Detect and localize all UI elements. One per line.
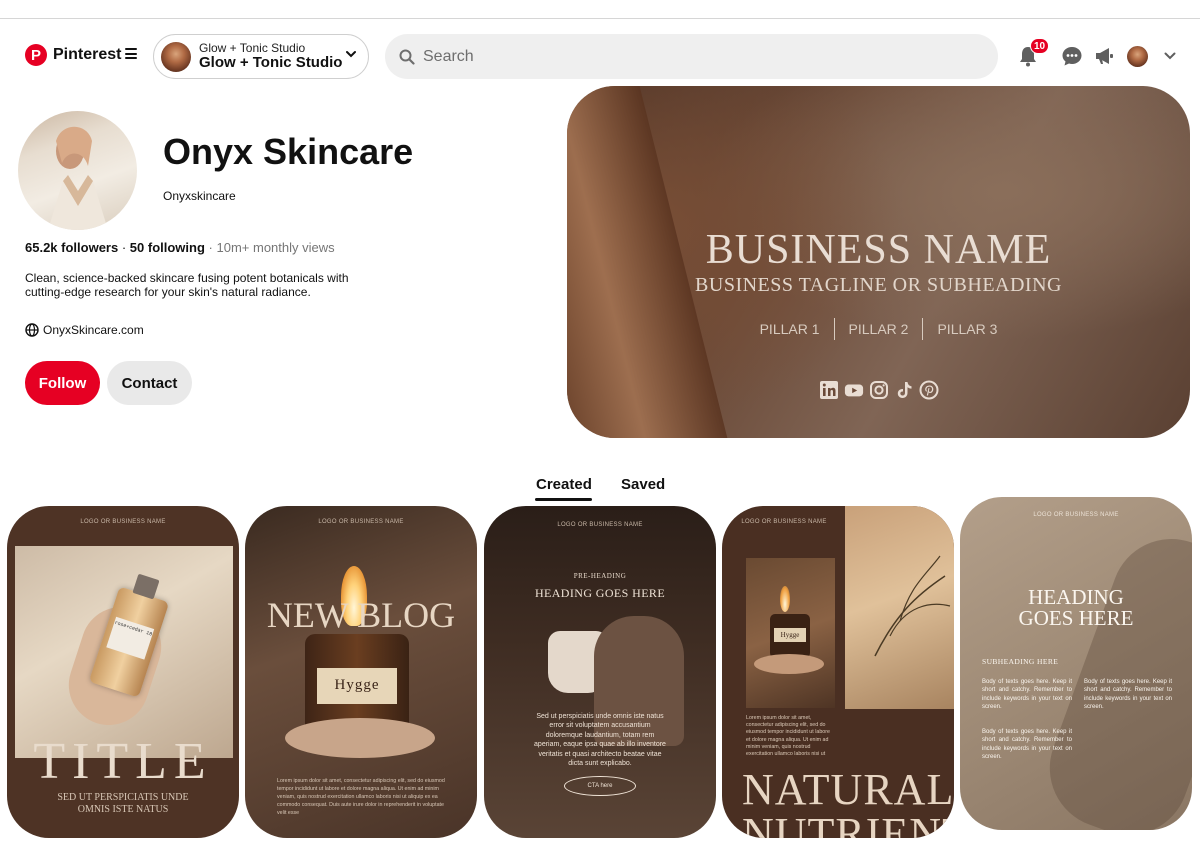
- tab-active-underline: [535, 498, 592, 501]
- profile-bio: Clean, science-backed skincare fusing po…: [25, 271, 349, 299]
- pin-heading-line1: HEADING: [1028, 585, 1124, 609]
- candle-image: Hygge: [746, 558, 835, 708]
- pin-logo-text: LOGO OR BUSINESS NAME: [80, 519, 166, 525]
- tiktok-icon: [894, 380, 914, 400]
- pin-title: NEW BLOG: [266, 595, 456, 635]
- tab-saved[interactable]: Saved: [621, 476, 665, 493]
- jar-label: Hygge: [317, 668, 397, 704]
- pin-card[interactable]: LOGO OR BUSINESS NAME HEADING GOES HERE …: [960, 497, 1192, 830]
- youtube-icon: [844, 380, 864, 400]
- globe-icon: [25, 323, 39, 337]
- pinterest-icon: P: [25, 44, 47, 66]
- pin-heading-line2: GOES HERE: [1018, 606, 1134, 630]
- website-text: OnyxSkincare.com: [43, 323, 144, 337]
- instagram-icon: [869, 380, 889, 400]
- megaphone-icon[interactable]: [1093, 45, 1115, 67]
- pin-body-b: Body of texts goes here. Keep it short a…: [1084, 679, 1172, 711]
- cover-pillars: PILLAR 1 PILLAR 2 PILLAR 3: [567, 318, 1190, 340]
- profile-name: Onyx Skincare: [163, 131, 414, 172]
- pin-logo-text: LOGO OR BUSINESS NAME: [557, 522, 643, 528]
- pin-card[interactable]: LOGO OR BUSINESS NAME NEW BLOG Hygge Lor…: [245, 506, 477, 838]
- cta-button[interactable]: CTA here: [564, 776, 636, 796]
- bottle-label: rose+cedar 18: [106, 616, 155, 660]
- pillar-2: PILLAR 2: [848, 321, 909, 337]
- pin-title-line2: NUTRIENTS: [742, 809, 954, 838]
- contact-button[interactable]: Contact: [107, 361, 192, 405]
- pin-heading: HEADING GOES HERE: [960, 587, 1192, 629]
- brand-label: Pinterest: [53, 46, 122, 63]
- pin-logo-text: LOGO OR BUSINESS NAME: [318, 519, 404, 525]
- pin-title: TITLE: [33, 733, 213, 790]
- pin-subheading: SUBHEADING HERE: [982, 657, 1059, 666]
- linkedin-icon: [819, 380, 839, 400]
- pin-subtitle: SED UT PERSPICIATIS UNDE OMNIS ISTE NATU…: [57, 792, 189, 815]
- pin-body-c: Body of texts goes here. Keep it short a…: [982, 729, 1072, 761]
- pin-card[interactable]: LOGO OR BUSINESS NAME PRE-HEADING HEADIN…: [484, 506, 716, 838]
- menu-icon[interactable]: [125, 48, 137, 59]
- messages-icon[interactable]: [1061, 45, 1083, 67]
- website-link[interactable]: OnyxSkincare.com: [25, 323, 144, 337]
- pin-body-a: Body of texts goes here. Keep it short a…: [982, 679, 1072, 711]
- pin-body: Sed ut perspiciatis unde omnis iste natu…: [534, 713, 666, 768]
- tab-created[interactable]: Created: [536, 476, 592, 493]
- user-avatar[interactable]: [1127, 46, 1148, 67]
- search-icon: [399, 49, 415, 65]
- notification-badge: 10: [1030, 38, 1049, 54]
- pin-logo-text: LOGO OR BUSINESS NAME: [1033, 512, 1119, 518]
- pin-card[interactable]: LOGO OR BUSINESS NAME Hygge Lorem ipsum …: [722, 506, 954, 838]
- cover-title: BUSINESS NAME: [705, 227, 1052, 273]
- search-placeholder: Search: [423, 47, 474, 65]
- account-name: Glow + Tonic Studio: [199, 53, 343, 71]
- pin-preheading: PRE-HEADING: [573, 572, 627, 580]
- pin-body: Lorem ipsum dolor sit amet, consectetur …: [277, 778, 445, 816]
- monthly-views: 10m+ monthly views: [216, 240, 335, 255]
- pin-heading: HEADING GOES HERE: [534, 586, 666, 600]
- pin-body: Lorem ipsum dolor sit amet, consectetur …: [746, 715, 830, 758]
- hand: [285, 718, 435, 758]
- account-switcher[interactable]: Glow + Tonic Studio Glow + Tonic Studio: [153, 34, 369, 79]
- pinterest-logo[interactable]: P Pinterest: [25, 44, 121, 66]
- account-avatar: [161, 41, 191, 72]
- profile-username: Onyxskincare: [163, 189, 236, 203]
- follow-button[interactable]: Follow: [25, 361, 100, 405]
- pillar-3: PILLAR 3: [937, 321, 998, 337]
- profile-avatar: [18, 111, 137, 230]
- pinterest-social-icon: [919, 380, 939, 400]
- search-input[interactable]: Search: [385, 34, 998, 79]
- plant-image: [845, 506, 954, 709]
- profile-stats: 65.2k followers · 50 following · 10m+ mo…: [25, 240, 335, 255]
- jar-label: Hygge: [774, 628, 806, 642]
- chevron-down-icon[interactable]: [1164, 51, 1176, 61]
- pillar-1: PILLAR 1: [759, 321, 820, 337]
- followers-count[interactable]: 65.2k followers: [25, 240, 118, 255]
- top-divider: [0, 18, 1200, 19]
- cover-social-icons: [567, 380, 1190, 400]
- cover-subtitle: BUSINESS TAGLINE OR SUBHEADING: [695, 274, 1062, 296]
- pin-card[interactable]: LOGO OR BUSINESS NAME rose+cedar 18 TITL…: [7, 506, 239, 838]
- profile-cover: BUSINESS NAME BUSINESS TAGLINE OR SUBHEA…: [567, 86, 1190, 438]
- chevron-down-icon: [346, 51, 356, 58]
- following-count[interactable]: 50 following: [130, 240, 205, 255]
- pin-image: rose+cedar 18: [15, 546, 233, 758]
- pin-logo-text: LOGO OR BUSINESS NAME: [741, 519, 827, 525]
